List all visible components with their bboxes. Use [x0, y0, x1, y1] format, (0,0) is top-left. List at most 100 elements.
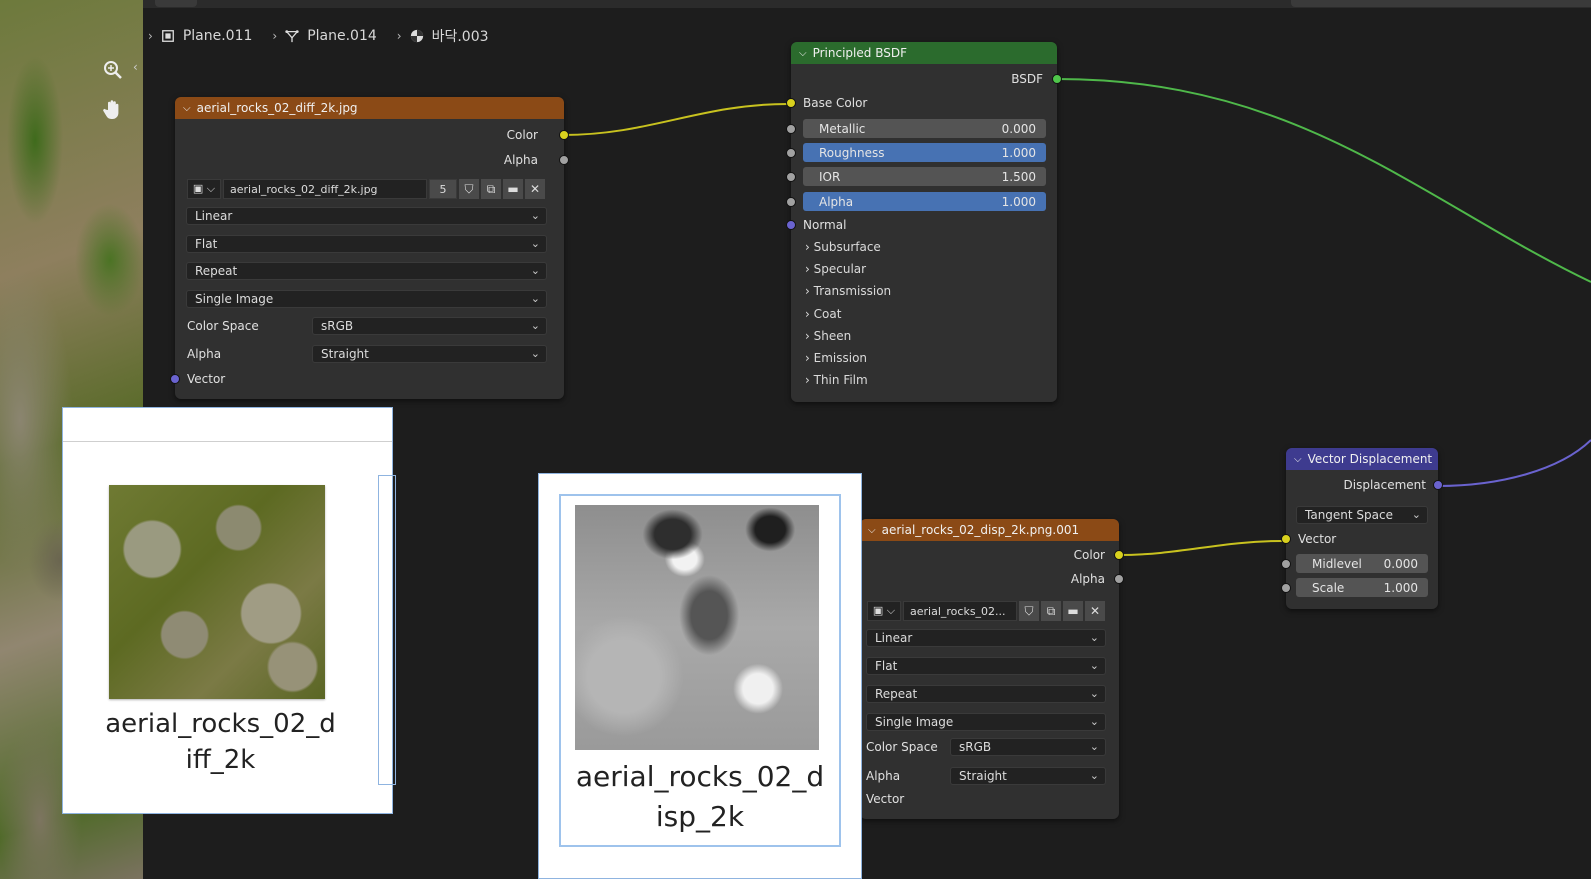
alpha-mode-dropdown[interactable]: Straight ⌄ — [312, 345, 547, 363]
principled-bsdf-node[interactable]: ⌵ Principled BSDF BSDF Base Color Metall… — [786, 42, 1062, 402]
normal-socket[interactable] — [786, 220, 796, 230]
space-dropdown[interactable]: Tangent Space ⌄ — [1296, 506, 1428, 524]
output-alpha-socket[interactable] — [559, 155, 569, 165]
link-bsdf-to-output — [1056, 78, 1591, 283]
chevron-down-icon[interactable]: ⌵ — [868, 525, 876, 536]
caption-line: aerial_rocks_02_d — [105, 709, 336, 739]
interpolation-dropdown[interactable]: Linear ⌄ — [186, 207, 547, 225]
panel-sheen[interactable]: › Sheen — [805, 329, 851, 343]
dropdown-value: Linear — [195, 209, 233, 223]
panel-specular[interactable]: › Specular — [805, 262, 866, 276]
color-space-dropdown[interactable]: sRGB ⌄ — [950, 738, 1106, 756]
diffuse-texture-thumbnail[interactable] — [109, 485, 325, 699]
output-color-socket[interactable] — [1114, 550, 1124, 560]
alpha-mode-dropdown[interactable]: Straight ⌄ — [950, 767, 1106, 785]
dropdown-value: Linear — [875, 631, 913, 645]
file-name-label[interactable]: aerial_rocks_02_d iff_2k — [63, 706, 378, 778]
divider — [63, 441, 392, 442]
panel-emission[interactable]: › Emission — [805, 351, 867, 365]
base-color-label: Base Color — [803, 96, 868, 110]
chevron-down-icon: ⌄ — [530, 319, 540, 332]
field-label: Scale — [1312, 580, 1345, 595]
field-value: 1.000 — [1001, 194, 1036, 209]
vector-displacement-node[interactable]: ⌵ Vector Displacement Displacement Tange… — [1281, 448, 1443, 609]
panel-label: Emission — [813, 351, 868, 365]
projection-dropdown[interactable]: Flat ⌄ — [186, 235, 547, 253]
chevron-down-icon: ⌄ — [530, 237, 540, 250]
image-browse-icon[interactable]: ▣ ⌵ — [187, 179, 221, 199]
ior-field[interactable]: IOR 1.500 — [803, 167, 1046, 186]
node-header[interactable]: ⌵ aerial_rocks_02_disp_2k.png.001 — [860, 519, 1119, 541]
image-name-field[interactable]: aerial_rocks_02... — [903, 601, 1017, 621]
panel-label: Transmission — [813, 284, 892, 298]
roughness-field[interactable]: Roughness 1.000 — [803, 143, 1046, 162]
roughness-socket[interactable] — [786, 148, 796, 158]
adjacent-item-frame — [378, 475, 396, 785]
close-icon[interactable]: ✕ — [525, 179, 545, 199]
duplicate-icon[interactable]: ⧉ — [481, 179, 501, 199]
caption-line: iff_2k — [185, 745, 256, 775]
chevron-down-icon[interactable]: ⌵ — [183, 103, 191, 114]
fake-user-shield-icon[interactable]: ⛉ — [1019, 601, 1039, 621]
scale-socket[interactable] — [1281, 583, 1291, 593]
dropdown-value: Tangent Space — [1305, 508, 1393, 522]
color-space-label: Color Space — [187, 319, 259, 333]
node-header[interactable]: ⌵ Principled BSDF — [791, 42, 1057, 64]
interpolation-dropdown[interactable]: Linear ⌄ — [866, 629, 1106, 647]
node-header[interactable]: ⌵ Vector Displacement — [1286, 448, 1438, 470]
scale-field[interactable]: Scale 1.000 — [1296, 578, 1428, 597]
ior-socket[interactable] — [786, 172, 796, 182]
panel-thin-film[interactable]: › Thin Film — [805, 373, 868, 387]
input-vector-socket[interactable] — [1281, 534, 1291, 544]
link-diff-color-to-base-color — [562, 103, 789, 136]
file-thumbnail-window-diff: aerial_rocks_02_d iff_2k — [62, 407, 396, 814]
image-selector[interactable]: ▣ ⌵ aerial_rocks_02... ⛉ ⧉ ▬ ✕ — [867, 601, 1105, 621]
dropdown-value: Single Image — [875, 715, 954, 729]
displacement-texture-thumbnail[interactable] — [575, 505, 819, 750]
image-name-field[interactable]: aerial_rocks_02_diff_2k.jpg — [223, 179, 427, 199]
output-alpha-label: Alpha — [1070, 572, 1105, 586]
color-space-label: Color Space — [866, 740, 938, 754]
fake-user-shield-icon[interactable]: ⛉ — [459, 179, 479, 199]
color-space-dropdown[interactable]: sRGB ⌄ — [312, 317, 547, 335]
source-dropdown[interactable]: Single Image ⌄ — [186, 290, 547, 308]
midlevel-field[interactable]: Midlevel 0.000 — [1296, 554, 1428, 573]
output-color-socket[interactable] — [559, 130, 569, 140]
panel-subsurface[interactable]: › Subsurface — [805, 240, 881, 254]
dropdown-value: sRGB — [959, 740, 992, 754]
midlevel-socket[interactable] — [1281, 559, 1291, 569]
node-header[interactable]: ⌵ aerial_rocks_02_diff_2k.jpg — [175, 97, 564, 119]
dropdown-value: Repeat — [875, 687, 918, 701]
open-folder-icon[interactable]: ▬ — [503, 179, 523, 199]
chevron-down-icon[interactable]: ⌵ — [1294, 454, 1302, 465]
file-name-label[interactable]: aerial_rocks_02_d isp_2k — [559, 757, 841, 837]
image-texture-node-disp[interactable]: ⌵ aerial_rocks_02_disp_2k.png.001 Color … — [860, 519, 1124, 819]
extension-dropdown[interactable]: Repeat ⌄ — [866, 685, 1106, 703]
projection-dropdown[interactable]: Flat ⌄ — [866, 657, 1106, 675]
image-texture-node-diff[interactable]: ⌵ aerial_rocks_02_diff_2k.jpg Color Alph… — [170, 97, 569, 399]
caption-line: aerial_rocks_02_d — [575, 760, 825, 793]
extension-dropdown[interactable]: Repeat ⌄ — [186, 262, 547, 280]
metallic-field[interactable]: Metallic 0.000 — [803, 119, 1046, 138]
output-alpha-socket[interactable] — [1114, 574, 1124, 584]
image-selector[interactable]: ▣ ⌵ aerial_rocks_02_diff_2k.jpg 5 ⛉ ⧉ ▬ … — [187, 179, 545, 199]
duplicate-icon[interactable]: ⧉ — [1041, 601, 1061, 621]
open-folder-icon[interactable]: ▬ — [1063, 601, 1083, 621]
alpha-socket[interactable] — [786, 197, 796, 207]
metallic-socket[interactable] — [786, 124, 796, 134]
panel-label: Thin Film — [813, 373, 868, 387]
input-vector-socket[interactable] — [170, 374, 180, 384]
source-dropdown[interactable]: Single Image ⌄ — [866, 713, 1106, 731]
image-users-count[interactable]: 5 — [429, 179, 457, 199]
output-bsdf-socket[interactable] — [1052, 74, 1062, 84]
image-browse-icon[interactable]: ▣ ⌵ — [867, 601, 901, 621]
alpha-mode-label: Alpha — [866, 769, 901, 783]
panel-coat[interactable]: › Coat — [805, 307, 841, 321]
chevron-down-icon: ⌄ — [530, 347, 540, 360]
close-icon[interactable]: ✕ — [1085, 601, 1105, 621]
base-color-socket[interactable] — [786, 98, 796, 108]
panel-transmission[interactable]: › Transmission — [805, 284, 891, 298]
output-displacement-socket[interactable] — [1433, 480, 1443, 490]
chevron-down-icon[interactable]: ⌵ — [799, 48, 807, 59]
alpha-field[interactable]: Alpha 1.000 — [803, 192, 1046, 211]
